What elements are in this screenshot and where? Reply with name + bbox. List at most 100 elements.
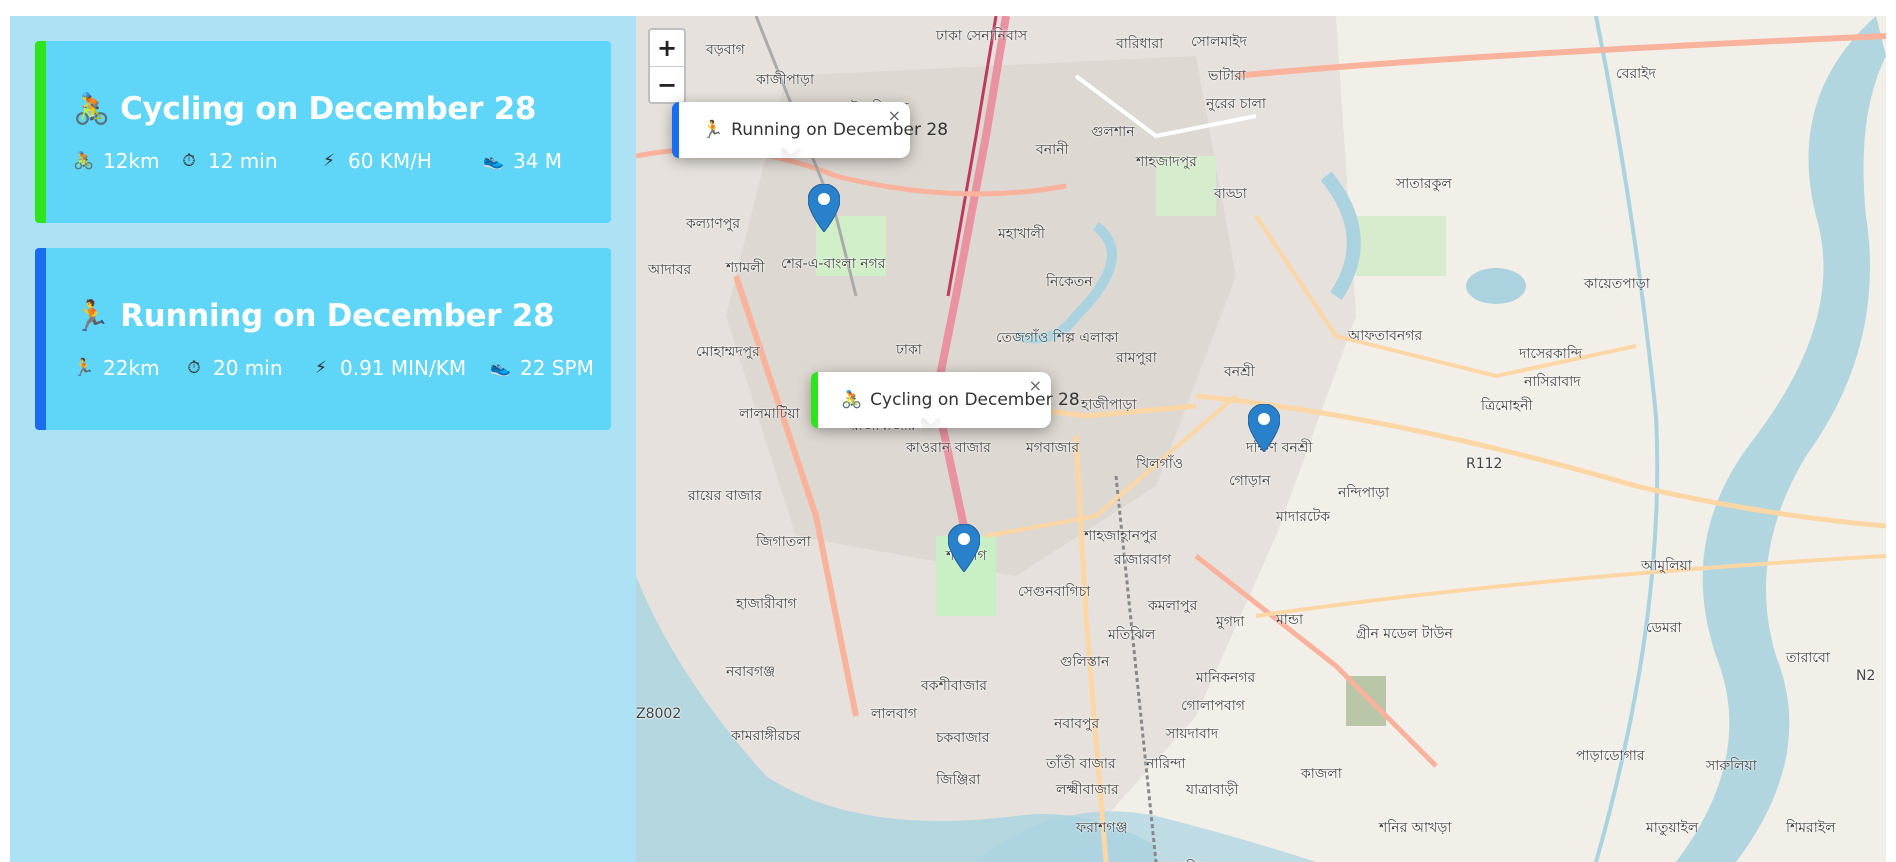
- workout-card-cycling[interactable]: 🚴 Cycling on December 28 🚴 12km ⏱ 12 min…: [35, 41, 611, 223]
- map-place-label: বকশীবাজার: [921, 678, 988, 694]
- lightning-icon: ⚡: [323, 151, 335, 171]
- popup-cycling[interactable]: 🚴 Cycling on December 28 ×: [811, 372, 1080, 428]
- map-place-label: নবাবগঞ্জ: [726, 664, 776, 680]
- stat-distance: 🏃 22km: [73, 356, 183, 380]
- stat-duration: ⏱ 20 min: [183, 356, 310, 380]
- map-place-label: কাওরান বাজার: [906, 440, 991, 456]
- workout-stats: 🚴 12km ⏱ 12 min ⚡ 60 KM/H 👟 34 M: [73, 149, 562, 173]
- stat-pace: ⚡ 0.91 MIN/KM: [310, 356, 490, 380]
- map-marker-running[interactable]: [808, 184, 840, 232]
- map-place-label: গেন্ডারিয়া: [1156, 856, 1210, 862]
- map-place-label: শনির আখড়া: [1379, 820, 1452, 836]
- map-place-label: মান্ডা: [1276, 612, 1304, 628]
- workout-accent-bar: [35, 41, 46, 223]
- stat-elevation: 👟 34 M: [483, 149, 562, 173]
- workout-card-running[interactable]: 🏃 Running on December 28 🏃 22km ⏱ 20 min…: [35, 248, 611, 430]
- map-place-label: কাজলা: [1301, 766, 1342, 782]
- map-place-label: শাহজাহানপুর: [1084, 528, 1158, 544]
- map-place-label: রামপুরা: [1116, 350, 1157, 366]
- zoom-out-button[interactable]: −: [650, 66, 684, 102]
- workout-title: 🏃 Running on December 28: [73, 298, 555, 334]
- map-place-label: ভাটারা: [1208, 68, 1246, 84]
- map-place-label: কাজীপাড়া: [756, 72, 815, 88]
- shoe-icon: 👟: [483, 151, 505, 171]
- map-marker-cycling[interactable]: [948, 524, 980, 572]
- map-place-label: গ্রীন মডেল টাউন: [1356, 626, 1453, 642]
- popup-text: Cycling on December 28: [870, 390, 1080, 410]
- map-place-label: দাসেরকান্দি: [1519, 346, 1583, 362]
- map-place-label: মাতুয়াইল: [1646, 820, 1699, 836]
- stat-value: 22km: [103, 356, 160, 380]
- map-place-label: আমুলিয়া: [1641, 558, 1692, 574]
- workout-accent-bar: [35, 248, 46, 430]
- map-place-label: ফরাশগঞ্জ: [1076, 820, 1128, 836]
- map-place-label: বড়বাগ: [706, 42, 745, 58]
- map-place-label: মগবাজার: [1026, 440, 1080, 456]
- popup-text: Running on December 28: [731, 120, 949, 140]
- map-place-label: তাঁতী বাজার: [1046, 756, 1116, 772]
- map-place-label: পাড়াডোগার: [1576, 748, 1645, 764]
- map-place-label: সারুলিয়া: [1706, 758, 1757, 774]
- map-place-label: চকবাজার: [936, 730, 990, 746]
- map-place-label: মানিকনগর: [1196, 670, 1256, 686]
- map-place-label: খিলগাঁও: [1136, 456, 1184, 472]
- stopwatch-icon: ⏱: [182, 151, 196, 171]
- map-place-label: মুগদা: [1216, 614, 1245, 630]
- map-place-label: শ্যামলী: [726, 260, 765, 276]
- popup-tip: [921, 418, 941, 438]
- map-place-label: গোড়ান: [1229, 473, 1271, 489]
- map-marker-pin[interactable]: [1248, 404, 1280, 452]
- map-place-label: আফতাবনগর: [1348, 328, 1423, 344]
- map-place-label: R112: [1466, 456, 1503, 472]
- workout-title: 🚴 Cycling on December 28: [73, 91, 536, 127]
- bike-icon: 🚴: [841, 390, 863, 410]
- map[interactable]: ঢাকা সেনানিবাস বারিধারা সোলমাইদ বড়বাগ কাজীপ…: [636, 16, 1886, 862]
- map-place-label: গোলাপবাগ: [1181, 698, 1245, 714]
- map-place-label: Z8002: [636, 706, 682, 722]
- popup-running[interactable]: 🏃 Running on December 28 ×: [672, 102, 948, 158]
- map-place-label: মাদারটেক: [1276, 509, 1330, 525]
- map-place-label: নুরের চালা: [1206, 96, 1266, 112]
- map-place-label: N2: [1856, 668, 1876, 684]
- map-place-label: সোলমাইদ: [1191, 34, 1247, 50]
- map-place-label: তেজগাঁও শিল্প এলাকা: [996, 330, 1119, 346]
- map-place-label: জিঞ্জিরা: [936, 772, 981, 788]
- map-place-label: ঢাকা সেনানিবাস: [936, 28, 1028, 44]
- map-place-label: জিগাতলা: [756, 534, 811, 550]
- close-icon[interactable]: ×: [1029, 376, 1042, 395]
- workout-title-text: Cycling on December 28: [120, 91, 537, 127]
- stat-value: 22 SPM: [520, 356, 594, 380]
- runner-icon: 🏃: [73, 298, 111, 334]
- stat-value: 34 M: [513, 149, 563, 173]
- map-place-label: নবাবপুর: [1054, 716, 1100, 732]
- stat-value: 60 KM/H: [348, 149, 432, 173]
- map-place-label: ঢাকা: [896, 342, 922, 358]
- map-place-label: মোহাম্মদপুর: [696, 344, 760, 360]
- map-place-label: লালমাটিয়া: [739, 406, 800, 422]
- map-place-label: লক্ষ্মীবাজার: [1056, 782, 1119, 798]
- map-place-label: সাতারকুল: [1396, 176, 1452, 192]
- map-place-label: কমলাপুর: [1148, 598, 1198, 614]
- workout-title-text: Running on December 28: [120, 298, 555, 334]
- close-icon[interactable]: ×: [888, 106, 901, 125]
- map-place-label: হাজীপাড়া: [1081, 397, 1137, 413]
- zoom-in-button[interactable]: +: [650, 30, 684, 66]
- map-place-label: মতিঝিল: [1108, 627, 1156, 643]
- map-place-label: শিমরাইল: [1786, 820, 1836, 836]
- map-place-label: লালবাগ: [871, 706, 917, 722]
- stat-distance: 🚴 12km: [73, 149, 178, 173]
- map-place-label: রায়ের বাজার: [688, 488, 762, 504]
- map-place-label: বাড্ডা: [1214, 186, 1247, 202]
- map-place-label: আদাবর: [648, 262, 692, 278]
- stat-duration: ⏱ 12 min: [178, 149, 318, 173]
- bike-icon: 🚴: [73, 91, 111, 127]
- stat-value: 20 min: [213, 356, 283, 380]
- stat-value: 12 min: [208, 149, 278, 173]
- popup-content: 🚴 Cycling on December 28: [841, 390, 1080, 410]
- popup-content: 🏃 Running on December 28: [702, 120, 948, 140]
- stat-speed: ⚡ 60 KM/H: [318, 149, 483, 173]
- sidebar: 🚴 Cycling on December 28 🚴 12km ⏱ 12 min…: [10, 16, 636, 862]
- map-place-label: বেরাইদ: [1616, 66, 1656, 82]
- map-place-label: বারিধারা: [1116, 36, 1164, 52]
- map-place-label: যাত্রাবাড়ী: [1186, 782, 1239, 798]
